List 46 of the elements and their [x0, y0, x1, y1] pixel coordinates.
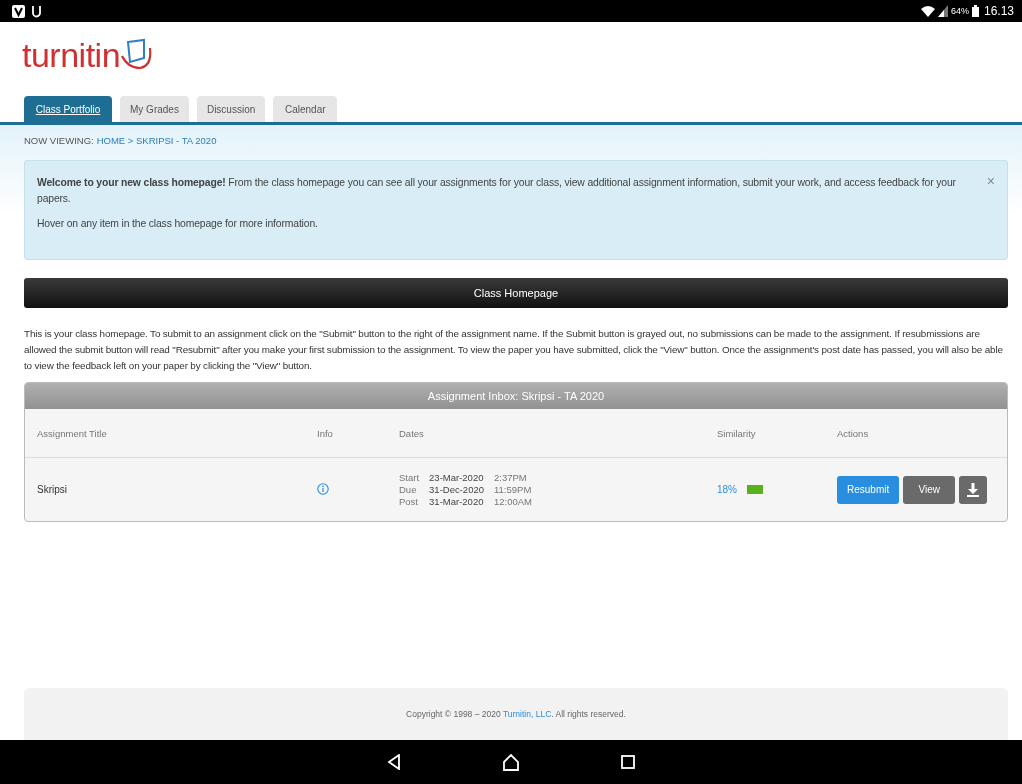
column-header: Info [317, 427, 334, 439]
column-header: Actions [837, 427, 870, 439]
alert-hint: Hover on any item in the class homepage for more information. [37, 217, 319, 231]
download-button[interactable] [959, 475, 988, 504]
section-header: Class Homepage [24, 278, 1008, 308]
date-label: Due [399, 484, 418, 495]
recent-apps-icon[interactable] [621, 755, 635, 769]
column-header: Assignment Title [37, 427, 108, 439]
logo-text: turnitin [22, 35, 121, 75]
notification-icon [12, 4, 25, 18]
tab[interactable]: Class Portfolio [24, 96, 112, 122]
copyright-text: Copyright © 1998 – 2020 Turnitin, LLC. All rights reserved. [406, 709, 626, 719]
date-label: Start [399, 472, 420, 483]
info-icon[interactable] [317, 482, 329, 495]
column-header: Similarity [717, 427, 757, 439]
notification-icon [31, 4, 42, 18]
date-value: 23-Mar-2020 [429, 472, 484, 483]
time-value: 2:37PM [494, 472, 528, 483]
intro-paragraph: This is your class homepage. To submit to an assignment click on the "Submit" button to the right of the assignment name. If the Submit button is grayed out, no submissions can be made to the assignment. If resubmissions are allowed the submit button will read "Resubmit" after you make your first submission to the assignment. To view the paper you have submitted, click the "View" button. Once the assignment's post date has passed, you will also be able to view the feedback left on your paper by clicking the "View" button. [23, 327, 1004, 373]
inbox-title: Assignment Inbox: Skripsi - TA 2020 [25, 383, 1007, 409]
signal-icon [937, 5, 948, 17]
battery-percent: 64% [950, 6, 969, 16]
close-button[interactable]: × [976, 173, 995, 189]
back-icon[interactable] [387, 754, 401, 770]
action-button[interactable]: View [903, 475, 956, 504]
tab[interactable]: Calendar [273, 96, 338, 122]
download-icon [967, 482, 980, 497]
tab[interactable]: Discussion [196, 96, 266, 122]
breadcrumb-link[interactable]: HOME > SKRIPSI - TA 2020 [96, 135, 217, 146]
home-icon[interactable] [503, 753, 519, 771]
date-value: 31-Dec-2020 [429, 484, 484, 495]
column-header: Dates [399, 427, 425, 439]
time-value: 12:00AM [494, 496, 532, 507]
time-value: 11:59PM [494, 484, 532, 495]
alert-message: Welcome to your new class homepage! From the class homepage you can see all your assignments for your class, view additional assignment information, submit your work, and access feedback for your papers. [37, 176, 957, 206]
similarity-link[interactable]: 18% [717, 484, 737, 495]
tab[interactable]: My Grades [120, 96, 189, 122]
clock: 16.13 [983, 4, 1014, 18]
wifi-icon [920, 5, 935, 17]
action-button[interactable]: Resubmit [837, 475, 900, 504]
date-value: 31-Mar-2020 [429, 496, 484, 507]
similarity-bar [747, 485, 763, 494]
date-label: Post [399, 496, 419, 507]
assignment-title: Skripsi [37, 484, 68, 495]
battery-icon [971, 5, 979, 17]
breadcrumb-label: NOW VIEWING: [24, 135, 94, 146]
